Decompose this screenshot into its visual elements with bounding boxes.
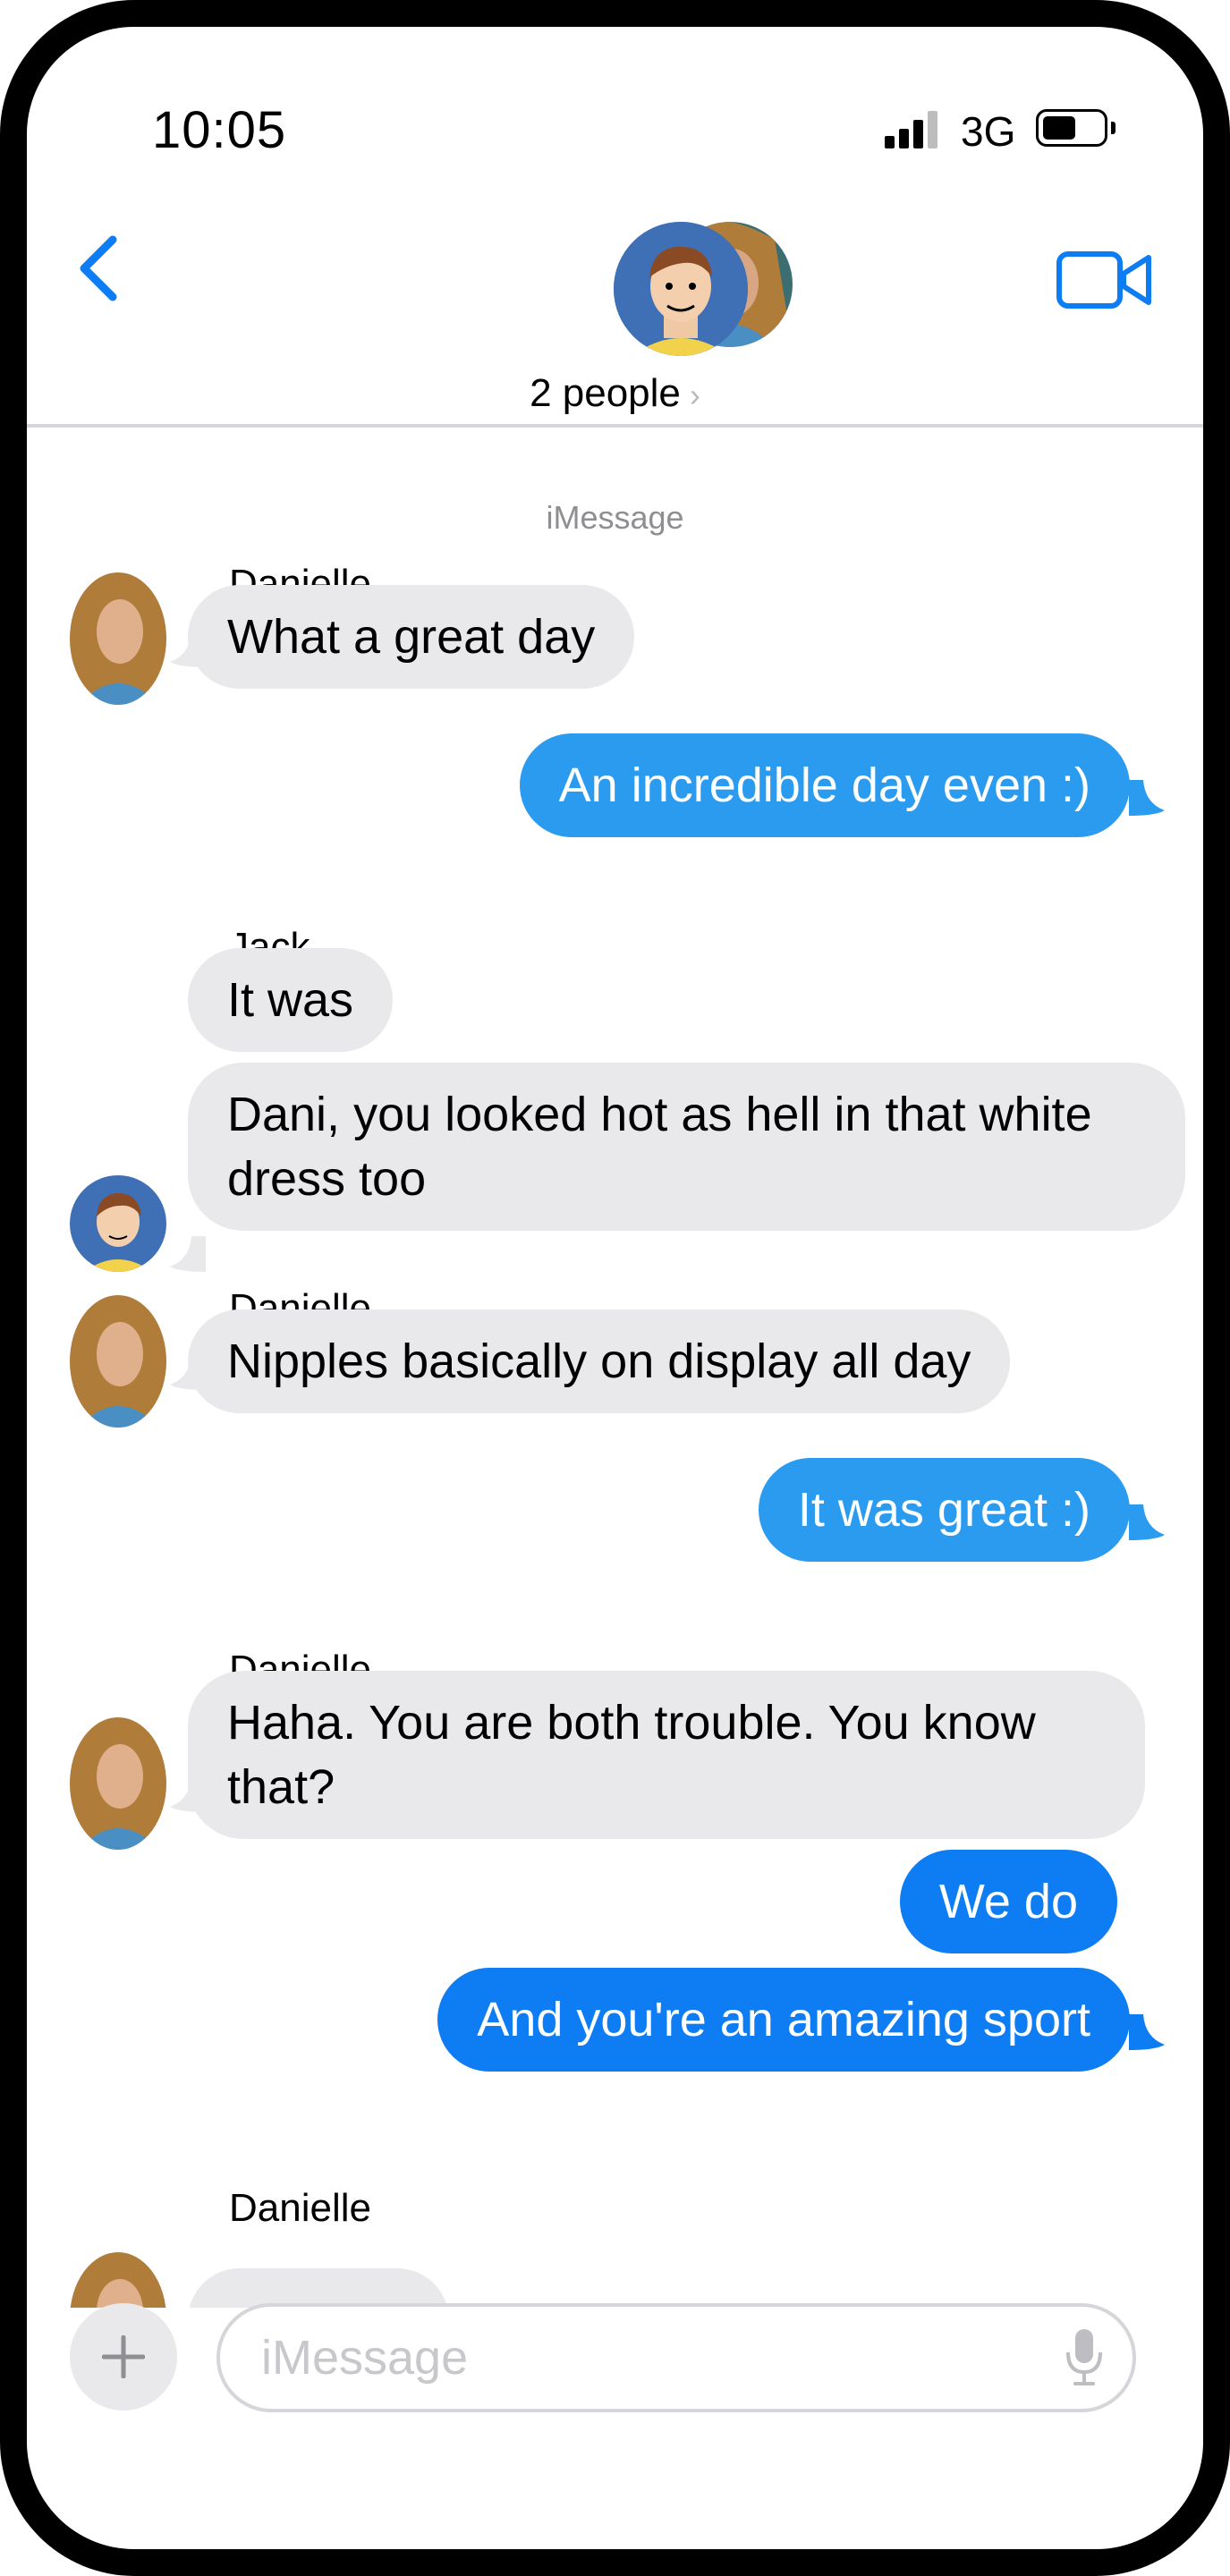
service-label: iMessage xyxy=(546,499,684,536)
message-bubble-outgoing[interactable]: An incredible day even :) xyxy=(519,733,1130,837)
screen: 10:05 3G 2 people › iMessage Danielle Wh… xyxy=(27,27,1203,2549)
group-avatar[interactable] xyxy=(590,199,796,356)
battery-icon xyxy=(1036,109,1107,147)
message-bubble-incoming[interactable] xyxy=(188,2268,449,2308)
sender-avatar xyxy=(70,1717,166,1850)
message-bubble-incoming[interactable]: What a great day xyxy=(188,585,635,689)
message-input[interactable] xyxy=(216,2303,1136,2412)
message-bubble-incoming[interactable]: Dani, you looked hot as hell in that whi… xyxy=(188,1063,1185,1231)
signal-icon xyxy=(885,109,938,148)
chevron-right-icon: › xyxy=(689,377,700,413)
message-bubble-incoming[interactable]: It was xyxy=(188,948,394,1052)
sender-avatar xyxy=(70,1175,166,1272)
bubble-tail xyxy=(1129,2014,1165,2050)
video-camera-icon xyxy=(1056,251,1151,309)
message-thread[interactable]: iMessage Danielle What a great day An in… xyxy=(27,428,1203,2308)
bubble-tail xyxy=(1129,1504,1165,1540)
bubble-tail xyxy=(1129,780,1165,816)
sender-avatar xyxy=(70,2252,166,2308)
sender-name: Danielle xyxy=(229,2186,371,2230)
microphone-icon[interactable] xyxy=(1065,2327,1104,2386)
battery-cap xyxy=(1111,122,1115,134)
add-attachment-button[interactable] xyxy=(70,2303,177,2411)
sender-avatar xyxy=(70,1295,166,1428)
network-type: 3G xyxy=(961,108,1016,155)
chevron-left-icon xyxy=(80,235,117,301)
sender-avatar xyxy=(70,572,166,705)
video-call-button[interactable] xyxy=(1056,249,1154,311)
bubble-tail xyxy=(170,1236,206,1272)
status-time: 10:05 xyxy=(152,101,287,159)
message-bubble-incoming[interactable]: Nipples basically on display all day xyxy=(188,1309,1011,1413)
message-bubble-outgoing[interactable]: And you're an amazing sport xyxy=(437,1968,1130,2072)
people-count: 2 people xyxy=(530,371,681,415)
plus-icon xyxy=(102,2335,145,2378)
group-details-link[interactable]: 2 people › xyxy=(27,371,1203,416)
message-bubble-outgoing[interactable]: It was great :) xyxy=(758,1458,1130,1562)
back-button[interactable] xyxy=(66,224,138,313)
message-bubble-incoming[interactable]: Haha. You are both trouble. You know tha… xyxy=(188,1671,1145,1839)
avatar-jack xyxy=(614,222,748,356)
message-bubble-outgoing[interactable]: We do xyxy=(899,1850,1117,1953)
